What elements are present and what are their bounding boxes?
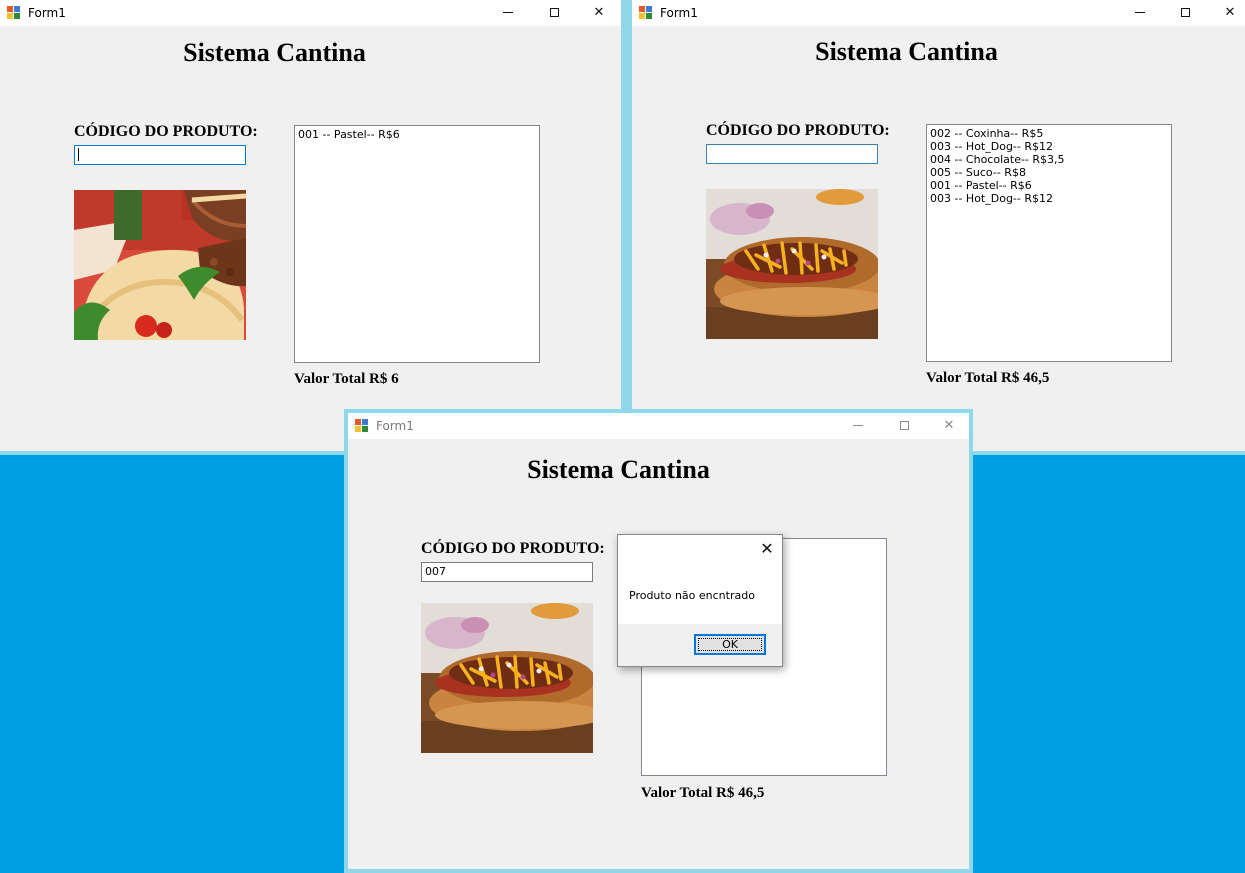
minimize-icon[interactable]: [485, 0, 531, 26]
window-title: Form1: [376, 419, 414, 433]
product-image-hot-dog: [421, 603, 593, 753]
title-bar[interactable]: Form1 ✕: [632, 0, 1245, 26]
app-title: Sistema Cantina: [527, 455, 710, 484]
minimize-icon[interactable]: [1117, 0, 1163, 26]
close-icon[interactable]: ✕: [926, 413, 969, 439]
maximize-icon[interactable]: [531, 0, 577, 26]
close-icon[interactable]: ✕: [576, 0, 621, 26]
cart-listbox[interactable]: 001 -- Pastel-- R$6: [294, 125, 540, 363]
list-item[interactable]: 005 -- Suco-- R$8: [930, 166, 1168, 179]
product-code-label: CÓDIGO DO PRODUTO:: [421, 540, 605, 557]
maximize-icon[interactable]: [1162, 0, 1208, 26]
maximize-icon[interactable]: [881, 413, 927, 439]
dialog-message: Produto não encntrado: [629, 589, 755, 602]
app-title: Sistema Cantina: [183, 38, 366, 67]
message-box-dialog: ✕ Produto não encntrado OK: [617, 534, 783, 667]
product-image-hot-dog: [706, 189, 878, 339]
title-bar[interactable]: Form1 ✕: [348, 413, 969, 439]
product-code-input[interactable]: [706, 144, 878, 164]
desktop-divider-vertical: [621, 0, 632, 455]
winforms-app-icon: [355, 419, 368, 432]
list-item[interactable]: 004 -- Chocolate-- R$3,5: [930, 153, 1168, 166]
close-icon[interactable]: ✕: [1207, 0, 1245, 26]
list-item[interactable]: 001 -- Pastel-- R$6: [930, 179, 1168, 192]
list-item[interactable]: 002 -- Coxinha-- R$5: [930, 127, 1168, 140]
product-code-input[interactable]: [74, 145, 246, 165]
app-title: Sistema Cantina: [815, 37, 998, 66]
close-icon[interactable]: ✕: [756, 538, 778, 560]
winforms-app-icon: [639, 6, 652, 19]
product-image-pastel: [74, 190, 246, 340]
minimize-icon[interactable]: [835, 413, 881, 439]
ok-button[interactable]: OK: [694, 634, 766, 655]
dialog-footer: OK: [618, 624, 782, 666]
total-value: Valor Total R$ 6: [294, 371, 399, 387]
form1-window-pastel: Form1 ✕ Sistema Cantina CÓDIGO DO PRODUT…: [0, 0, 621, 451]
total-value: Valor Total R$ 46,5: [641, 785, 765, 801]
list-item[interactable]: 003 -- Hot_Dog-- R$12: [930, 140, 1168, 153]
product-code-label: CÓDIGO DO PRODUTO:: [74, 123, 258, 140]
list-item[interactable]: 003 -- Hot_Dog-- R$12: [930, 192, 1168, 205]
list-item[interactable]: 001 -- Pastel-- R$6: [298, 128, 536, 141]
title-bar[interactable]: Form1 ✕: [0, 0, 621, 26]
winforms-app-icon: [7, 6, 20, 19]
window-title: Form1: [28, 6, 66, 20]
total-value: Valor Total R$ 46,5: [926, 370, 1050, 386]
form1-window-hotdog: Form1 ✕ Sistema Cantina CÓDIGO DO PRODUT…: [632, 0, 1245, 451]
product-code-label: CÓDIGO DO PRODUTO:: [706, 122, 890, 139]
product-code-input[interactable]: 007: [421, 562, 593, 582]
window-title: Form1: [660, 6, 698, 20]
cart-listbox[interactable]: 002 -- Coxinha-- R$5 003 -- Hot_Dog-- R$1…: [926, 124, 1172, 362]
text-caret: [78, 148, 79, 161]
